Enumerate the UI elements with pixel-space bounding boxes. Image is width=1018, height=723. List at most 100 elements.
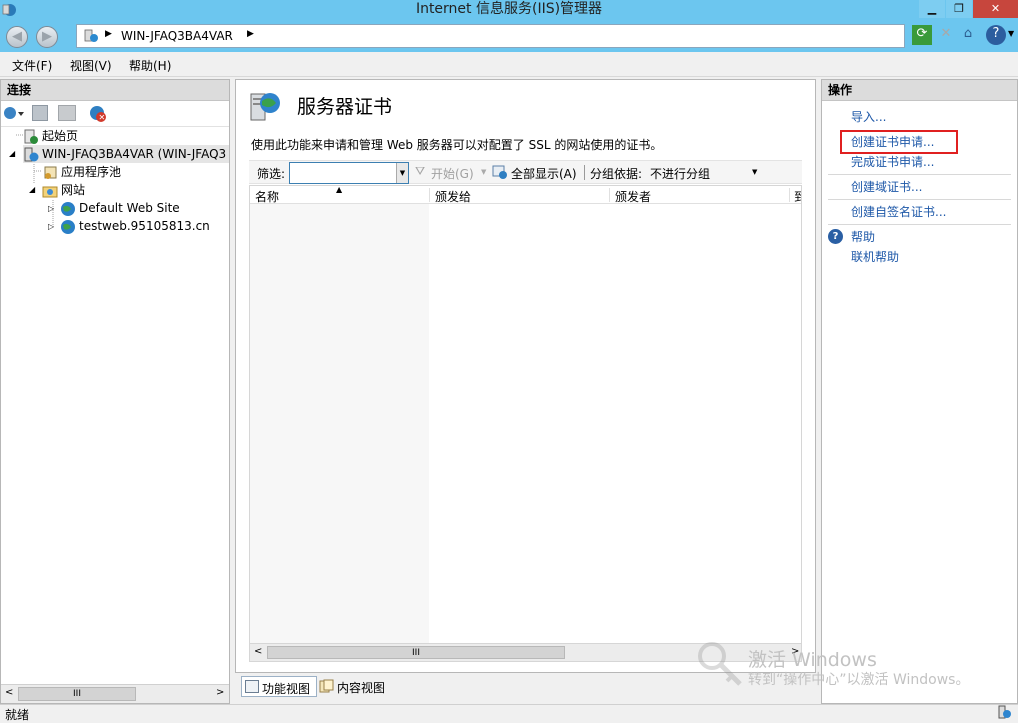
- save-icon[interactable]: [32, 105, 48, 121]
- activation-watermark-subtitle: 转到“操作中心”以激活 Windows。: [748, 672, 970, 688]
- group-by-label: 分组依据:: [590, 167, 643, 181]
- scroll-thumb[interactable]: III: [18, 687, 136, 701]
- menu-file[interactable]: 文件(F): [12, 57, 52, 74]
- expand-site-icon[interactable]: ▷: [48, 222, 54, 231]
- action-create-certificate-request[interactable]: 创建证书申请...: [851, 135, 934, 150]
- scroll-thumb[interactable]: III: [267, 646, 565, 659]
- help-icon: ?: [828, 229, 843, 244]
- status-text: 就绪: [5, 708, 30, 722]
- group-by-select[interactable]: 不进行分组: [650, 165, 710, 182]
- breadcrumb-arrow-icon[interactable]: ▶: [247, 29, 254, 39]
- column-divider: [429, 188, 430, 202]
- globe-icon: [60, 201, 76, 217]
- tree-label-default-web-site: Default Web Site: [79, 201, 180, 215]
- tab-features-view[interactable]: 功能视图: [241, 676, 317, 697]
- breadcrumb-server[interactable]: WIN-JFAQ3BA4VAR: [121, 29, 233, 43]
- connections-panel: 连接 ✕ 起始页 ◢ WIN-JFAQ3BA4VAR (WIN-JFAQ3 应用…: [0, 79, 230, 704]
- minimize-button[interactable]: ▁: [919, 0, 945, 18]
- column-header-expiration[interactable]: 到: [794, 188, 801, 205]
- sorted-column-bg: [250, 204, 429, 644]
- help-icon[interactable]: ?: [986, 25, 1006, 45]
- group-by-dropdown-icon[interactable]: ▼: [752, 168, 757, 176]
- tree-item-testweb[interactable]: testweb.95105813.cn: [60, 217, 210, 235]
- actions-separator: [828, 199, 1011, 200]
- server-icon: [23, 147, 39, 163]
- filter-label: 筛选:: [257, 167, 286, 181]
- stop-icon[interactable]: ✕: [936, 25, 956, 45]
- filter-input[interactable]: ▼: [289, 162, 409, 184]
- action-complete-certificate-request[interactable]: 完成证书申请...: [851, 155, 934, 170]
- filter-toolbar: 筛选: ▼ ⛛ 开始(G) ▼ 全部显示(A) 分组依据: 不进行分组 ▼: [249, 160, 802, 184]
- restore-button[interactable]: ❐: [946, 0, 972, 18]
- page-description: 使用此功能来申请和管理 Web 服务器可以对配置了 SSL 的网站使用的证书。: [251, 138, 663, 152]
- column-header-issued-to[interactable]: 颁发给: [435, 188, 471, 205]
- help-dropdown-icon[interactable]: ▼: [1008, 29, 1014, 38]
- column-divider: [789, 188, 790, 202]
- scroll-left-icon[interactable]: <: [254, 646, 262, 657]
- address-field[interactable]: ▶ WIN-JFAQ3BA4VAR ▶: [76, 24, 905, 48]
- collapse-sites-icon[interactable]: ◢: [29, 185, 35, 194]
- expand-site-icon[interactable]: ▷: [48, 204, 54, 213]
- go-button[interactable]: 开始(G): [431, 165, 474, 182]
- tree-item-server[interactable]: WIN-JFAQ3BA4VAR (WIN-JFAQ3: [23, 145, 229, 163]
- actions-panel: 操作 导入... 创建证书申请... 完成证书申请... 创建域证书... 创建…: [821, 79, 1018, 704]
- menu-help[interactable]: 帮助(H): [129, 57, 171, 74]
- svg-text:✕: ✕: [99, 113, 106, 122]
- scroll-right-icon[interactable]: >: [216, 687, 224, 698]
- action-create-self-signed-certificate[interactable]: 创建自签名证书...: [851, 205, 946, 220]
- actions-separator: [828, 174, 1011, 175]
- connections-toolbar: ✕: [1, 101, 229, 127]
- connections-hscrollbar[interactable]: < III >: [1, 684, 229, 703]
- list-header: 名称 ▲ 颁发给 颁发者 到: [250, 185, 801, 205]
- globe-icon: [60, 219, 76, 235]
- server-certificates-icon: [248, 89, 282, 123]
- column-header-issued-by[interactable]: 颁发者: [615, 188, 651, 205]
- action-import[interactable]: 导入...: [851, 110, 886, 125]
- action-online-help[interactable]: 联机帮助: [851, 250, 899, 265]
- action-help[interactable]: 帮助: [851, 230, 875, 245]
- filter-dropdown-icon[interactable]: ▼: [396, 163, 408, 183]
- app-pools-icon: [42, 165, 58, 181]
- page-title: 服务器证书: [297, 96, 393, 118]
- refresh-icon[interactable]: ⟳: [912, 25, 932, 45]
- menu-view[interactable]: 视图(V): [70, 57, 112, 74]
- show-all-icon: [492, 165, 508, 180]
- tree-label-testweb: testweb.95105813.cn: [79, 219, 210, 233]
- up-icon[interactable]: [58, 105, 76, 121]
- connect-icon[interactable]: [3, 105, 25, 122]
- column-divider: [609, 188, 610, 202]
- window-title: Internet 信息服务(IIS)管理器: [415, 1, 603, 17]
- tab-content-view[interactable]: 内容视图: [319, 676, 391, 697]
- forward-button[interactable]: ▶: [36, 26, 58, 48]
- tree-label-start-page: 起始页: [42, 129, 79, 143]
- tree-label-app-pools: 应用程序池: [61, 165, 122, 179]
- status-server-icon: [997, 705, 1012, 720]
- start-page-icon: [23, 129, 39, 145]
- actions-header: 操作: [822, 80, 1017, 101]
- tree-item-start-page[interactable]: 起始页: [23, 127, 78, 145]
- collapse-server-icon[interactable]: ◢: [9, 149, 15, 158]
- column-header-name[interactable]: 名称: [255, 188, 279, 205]
- home-icon[interactable]: ⌂: [958, 25, 978, 45]
- content-view-icon: [319, 679, 334, 693]
- close-button[interactable]: ✕: [973, 0, 1018, 18]
- address-bar: ◀ ▶ ▶ WIN-JFAQ3BA4VAR ▶ ⟳ ✕ ⌂ ? ▼: [0, 20, 1018, 52]
- action-create-domain-certificate[interactable]: 创建域证书...: [851, 180, 922, 195]
- breadcrumb-arrow-icon[interactable]: ▶: [105, 29, 112, 39]
- tree-label-server: WIN-JFAQ3BA4VAR (WIN-JFAQ3: [42, 147, 227, 161]
- show-all-button[interactable]: 全部显示(A): [511, 165, 577, 182]
- main-content: 服务器证书 使用此功能来申请和管理 Web 服务器可以对配置了 SSL 的网站使…: [235, 79, 816, 673]
- scroll-left-icon[interactable]: <: [5, 687, 13, 698]
- tree-item-app-pools[interactable]: 应用程序池: [42, 163, 121, 181]
- tree-item-default-web-site[interactable]: Default Web Site: [60, 199, 180, 217]
- tree-label-sites: 网站: [61, 183, 86, 197]
- go-dropdown-icon[interactable]: ▼: [481, 168, 486, 176]
- tree-item-sites[interactable]: 网站: [42, 181, 85, 199]
- remove-connection-icon[interactable]: ✕: [88, 104, 107, 123]
- status-bar: 就绪: [0, 704, 1018, 722]
- activation-watermark-title: 激活 Windows: [748, 649, 877, 671]
- activation-key-icon: [696, 640, 746, 690]
- back-button[interactable]: ◀: [6, 26, 28, 48]
- certificate-list[interactable]: 名称 ▲ 颁发给 颁发者 到 < III >: [249, 185, 802, 662]
- toolbar-separator: [584, 165, 585, 180]
